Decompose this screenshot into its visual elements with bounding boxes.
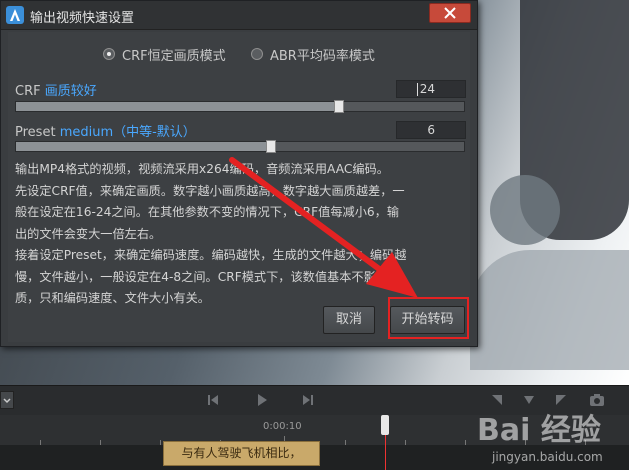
abr-mode-radio[interactable]: ABR平均码率模式: [251, 44, 375, 64]
radio-unselected-icon: [251, 48, 263, 60]
play-icon[interactable]: [255, 393, 269, 407]
abr-mode-label: ABR平均码率模式: [270, 48, 375, 64]
video-object: [470, 250, 629, 370]
crf-slider-thumb[interactable]: [334, 100, 344, 113]
preset-value-input[interactable]: 6: [396, 121, 466, 139]
skip-forward-icon[interactable]: [301, 393, 315, 407]
crf-mode-label: CRF恒定画质模式: [122, 48, 226, 64]
preset-label: Preset medium（中等-默认）: [15, 121, 196, 140]
description-line: 输出MP4格式的视频，视频流采用x264编码，音频流采用AAC编码。: [15, 162, 389, 176]
close-button[interactable]: [429, 3, 471, 23]
description-line: 慢，文件越小，一般设定在4-8之间。CRF模式下，该数值基本不影响画: [15, 269, 401, 284]
preset-name-text: medium（中等-默认）: [59, 125, 196, 140]
playhead-line: [385, 435, 386, 470]
description-line: 先设定CRF值，来确定画质。数字越小画质越高，数字越大画质越差，一: [15, 183, 405, 198]
cancel-button[interactable]: 取消: [323, 306, 375, 334]
preset-label-text: Preset: [15, 125, 56, 140]
preset-slider-thumb[interactable]: [266, 140, 276, 153]
crf-slider[interactable]: [15, 100, 465, 113]
skip-back-icon[interactable]: [206, 393, 220, 407]
dialog-body: CRF恒定画质模式 ABR平均码率模式 CRF 画质较好 24 Preset m…: [8, 32, 470, 342]
dialog-title: 输出视频快速设置: [30, 11, 135, 26]
crf-quality-text: 画质较好: [44, 84, 97, 99]
highlight-box: [388, 297, 469, 339]
playhead-handle[interactable]: [381, 415, 389, 435]
preset-slider[interactable]: [15, 140, 465, 153]
crf-mode-radio[interactable]: CRF恒定画质模式: [103, 44, 226, 64]
watermark-url: jingyan.baidu.com: [492, 450, 603, 464]
preset-slider-fill: [16, 142, 271, 151]
subtitle-clip[interactable]: 与有人驾驶飞机相比，: [163, 441, 320, 466]
description-line: 出的文件会变大一倍左右。: [15, 226, 162, 241]
crf-value-input[interactable]: 24: [396, 80, 466, 98]
dialog-titlebar[interactable]: 输出视频快速设置: [1, 1, 477, 30]
description-text: 输出MP4格式的视频，视频流采用x264编码，音频流采用AAC编码。 先设定CR…: [15, 159, 470, 310]
preset-value: 6: [427, 123, 435, 137]
close-icon: [444, 7, 456, 19]
description-line: 般在设定在16-24之间。在其他参数不变的情况下，CRF值每减小6，输: [15, 205, 400, 219]
text-caret: [417, 83, 418, 96]
chevron-down-icon: [3, 398, 11, 404]
description-line: 接着设定Preset，来确定编码速度。编码越快，生成的文件越大；编码越: [15, 248, 407, 262]
crf-slider-fill: [16, 102, 339, 111]
ruler-time-label: 0:00:10: [263, 421, 302, 432]
video-object: [490, 175, 560, 245]
radio-selected-icon: [103, 48, 115, 60]
crf-label-text: CRF: [15, 84, 41, 99]
crf-label: CRF 画质较好: [15, 80, 97, 99]
crf-value: 24: [419, 82, 435, 96]
app-logo-icon: [6, 6, 24, 24]
track-menu-button[interactable]: [0, 391, 14, 409]
export-settings-dialog: 输出视频快速设置 CRF恒定画质模式 ABR平均码率模式 CRF 画质较好 24: [0, 0, 478, 347]
watermark-logo: Bai 经验: [477, 413, 601, 448]
